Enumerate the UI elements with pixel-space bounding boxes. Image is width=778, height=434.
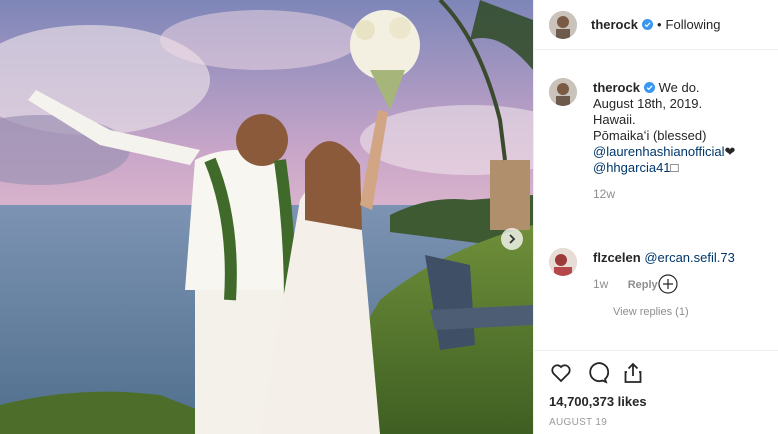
profile-picture-icon (549, 10, 577, 39)
reply-button[interactable]: Reply (628, 279, 658, 291)
instagram-post: therock • Following therock We do. Augus… (0, 0, 778, 434)
comment-icon[interactable] (585, 361, 610, 385)
heart-emoji: ❤ (724, 144, 736, 159)
share-icon[interactable] (621, 361, 645, 385)
mention-link[interactable]: @laurenhashianofficial (593, 144, 725, 159)
verified-badge-icon (643, 82, 655, 93)
separator-dot: • (656, 17, 662, 32)
post-sidebar: therock • Following therock We do. Augus… (533, 0, 778, 434)
chevron-right-icon (509, 234, 516, 244)
caption-body: therock We do. August 18th, 2019. Hawaii… (593, 80, 735, 202)
emoji-placeholder: □ (670, 160, 679, 175)
load-more-comments-button[interactable] (658, 274, 678, 294)
post-header: therock • Following (534, 0, 778, 50)
avatar[interactable] (549, 78, 577, 106)
comments-section: therock We do. August 18th, 2019. Hawaii… (534, 62, 778, 350)
post-date[interactable]: AUGUST 19 (549, 417, 763, 428)
avatar[interactable] (549, 248, 577, 276)
verified-badge-icon (641, 19, 653, 30)
comment-timestamp[interactable]: 1w (593, 277, 608, 291)
caption-line: We do. (658, 80, 700, 95)
view-replies-button[interactable]: View replies (1) (613, 304, 735, 320)
caption-mention-line: @hhgarcia41□ (593, 160, 735, 176)
comment: flzcelen @ercan.sefil.73 1w Reply View r… (549, 232, 763, 320)
actions-bar: 14,700,373 likes AUGUST 19 (534, 350, 778, 428)
following-button[interactable]: Following (666, 17, 721, 32)
next-photo-button[interactable] (501, 228, 523, 250)
avatar[interactable] (549, 10, 577, 39)
mention-link[interactable]: @ercan.sefil.73 (644, 250, 735, 265)
caption-first-line: therock We do. (593, 80, 735, 96)
caption-mention-line: @laurenhashianofficial❤ (593, 144, 735, 160)
caption-username[interactable]: therock (593, 80, 640, 95)
caption-timestamp[interactable]: 12w (593, 186, 735, 202)
caption-line: August 18th, 2019. (593, 96, 703, 111)
caption-line: Hawaii. (593, 112, 636, 127)
caption-line: Pōmaikaʻi (blessed) (593, 128, 707, 143)
comment-username[interactable]: flzcelen (593, 250, 641, 265)
profile-picture-icon (549, 78, 577, 106)
like-count[interactable]: 14,700,373 likes (549, 394, 763, 409)
profile-picture-icon (549, 248, 577, 276)
mention-link[interactable]: @hhgarcia41 (593, 160, 671, 175)
header-username[interactable]: therock (591, 17, 638, 32)
heart-icon[interactable] (549, 361, 573, 385)
action-icons (549, 360, 763, 386)
caption: therock We do. August 18th, 2019. Hawaii… (549, 62, 763, 202)
post-photo[interactable] (0, 0, 533, 434)
wedding-photo (0, 0, 533, 434)
